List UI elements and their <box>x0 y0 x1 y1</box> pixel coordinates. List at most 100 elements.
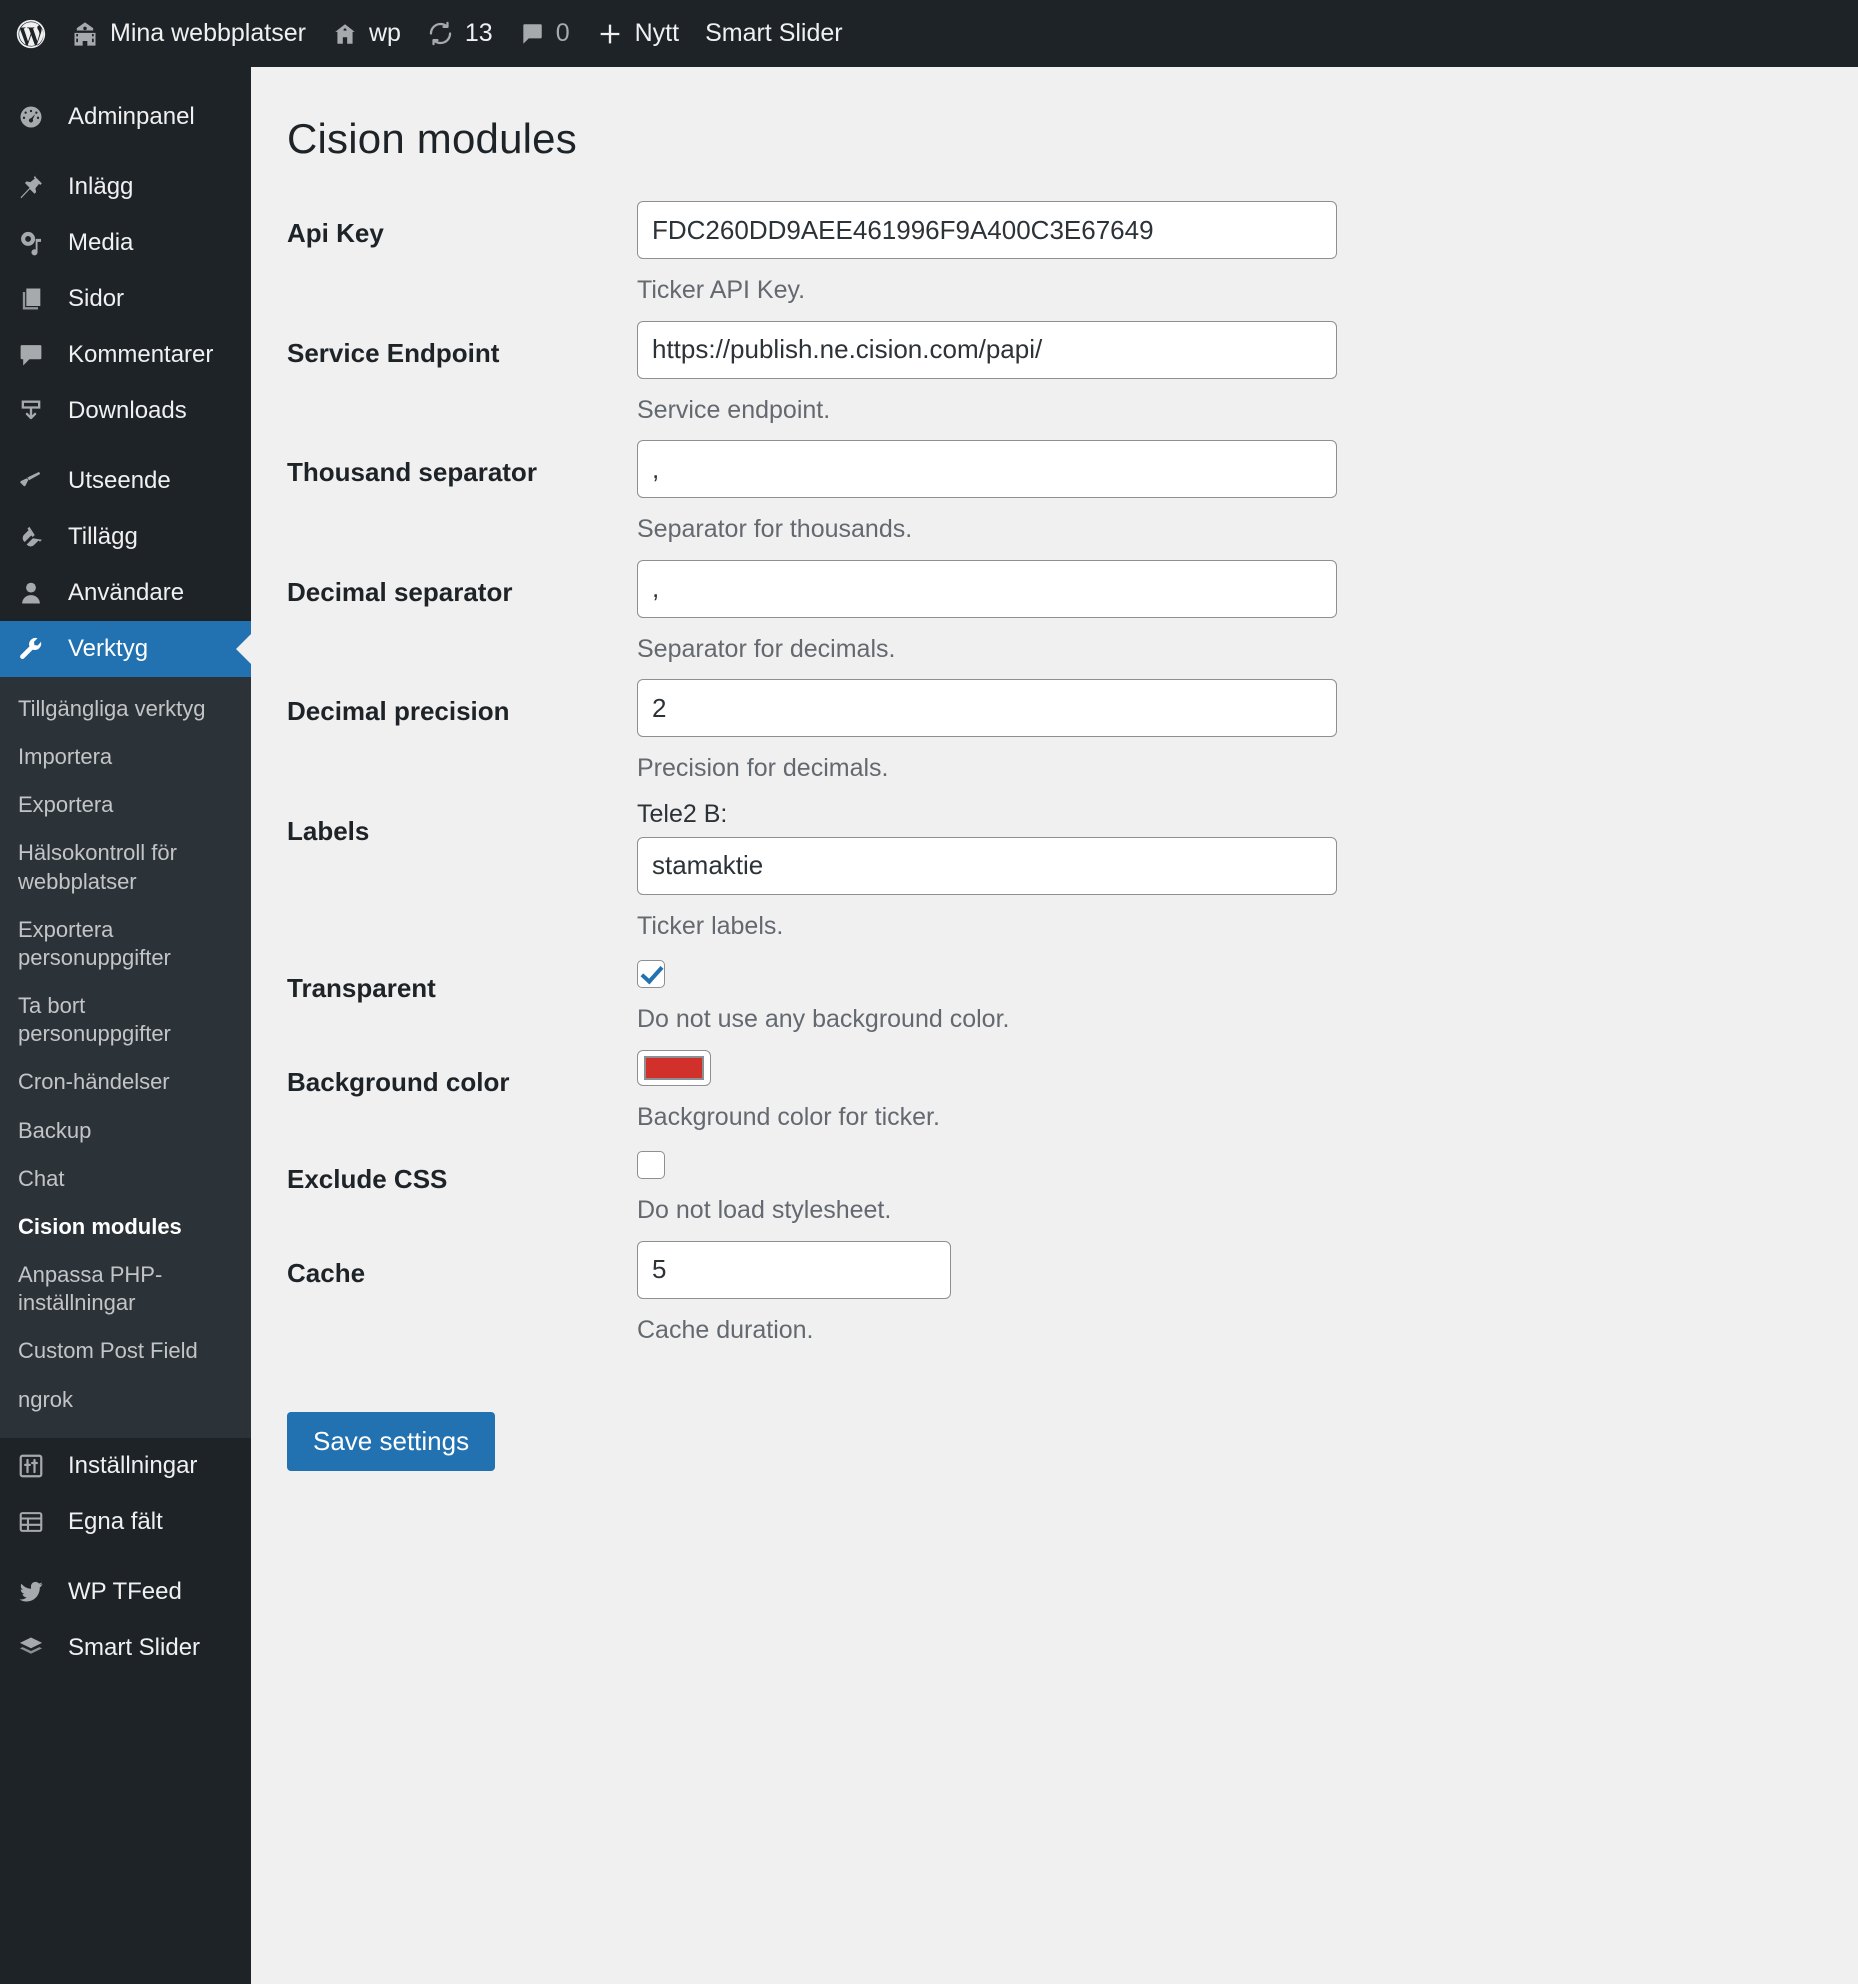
transparent-checkbox[interactable] <box>637 960 665 988</box>
sidebar-item-appearance[interactable]: Utseende <box>0 453 251 509</box>
sidebar-item-downloads[interactable]: Downloads <box>0 383 251 439</box>
field-label-transparent: Transparent <box>287 973 436 1003</box>
ticker-sublabel-tele2b: Tele2 B: <box>637 799 728 828</box>
api-key-input[interactable] <box>637 201 1337 259</box>
sidebar-item-custom-fields[interactable]: Egna fält <box>0 1494 251 1550</box>
field-label-labels: Labels <box>287 815 370 846</box>
decimal-precision-input[interactable] <box>637 679 1337 737</box>
service-endpoint-input[interactable] <box>637 320 1337 379</box>
sidebar-item-settings[interactable]: Inställningar <box>0 1438 251 1494</box>
field-row-service-endpoint: Service Endpoint Service endpoint. <box>287 320 1858 441</box>
adminbar-site-name[interactable]: wp <box>319 0 414 67</box>
field-row-decimal-precision: Decimal precision Precision for decimals… <box>287 679 1858 799</box>
submenu-item-chat[interactable]: Chat <box>0 1155 251 1203</box>
tools-submenu: Tillgängliga verktyg Importera Exportera… <box>0 677 251 1438</box>
field-row-api-key: Api Key Ticker API Key. <box>287 201 1858 321</box>
slider-layers-icon <box>14 1634 48 1662</box>
sidebar-spacer-top <box>0 67 251 89</box>
sidebar-item-posts[interactable]: Inlägg <box>0 159 251 215</box>
adminbar-updates[interactable]: 13 <box>414 0 506 67</box>
field-help-decimal-precision: Precision for decimals. <box>637 754 889 782</box>
field-help-decimal-separator: Separator for decimals. <box>637 634 896 663</box>
field-label-cache: Cache <box>287 1257 366 1288</box>
sidebar-item-smart-slider-label: Smart Slider <box>68 1633 201 1661</box>
sidebar-item-downloads-label: Downloads <box>68 397 187 424</box>
sidebar-item-smart-slider[interactable]: Smart Slider <box>0 1620 251 1676</box>
sidebar-item-pages[interactable]: Sidor <box>0 271 251 327</box>
sidebar-separator-2 <box>0 439 251 453</box>
background-color-swatch <box>644 1055 704 1080</box>
field-help-api-key: Ticker API Key. <box>637 276 806 304</box>
home-icon <box>332 21 358 47</box>
dashboard-icon <box>14 103 48 131</box>
updates-icon <box>427 20 454 47</box>
submenu-item-site-health[interactable]: Hälsokontroll för webbplatser <box>0 829 251 905</box>
sidebar-item-dashboard-label: Adminpanel <box>68 103 195 130</box>
submenu-item-cision-modules[interactable]: Cision modules <box>0 1203 251 1251</box>
sidebar-item-media[interactable]: Media <box>0 215 251 271</box>
sidebar-separator-3 <box>0 1550 251 1564</box>
sidebar-item-wp-tfeed[interactable]: WP TFeed <box>0 1564 251 1620</box>
submenu-item-backup[interactable]: Backup <box>0 1107 251 1155</box>
field-row-labels: Labels Tele2 B: Ticker labels. <box>287 799 1858 957</box>
submenu-item-custom-post-field[interactable]: Custom Post Field <box>0 1327 251 1375</box>
adminbar-my-sites[interactable]: Mina webbplatser <box>58 0 319 67</box>
adminbar-smart-slider[interactable]: Smart Slider <box>692 0 856 67</box>
sidebar-item-comments-label: Kommentarer <box>68 341 214 368</box>
submenu-item-export-personal-data[interactable]: Exportera personuppgifter <box>0 906 251 982</box>
adminbar-wordpress-logo[interactable] <box>0 0 58 67</box>
field-row-cache: Cache Cache duration. <box>287 1240 1858 1361</box>
sidebar-item-custom-fields-label: Egna fält <box>68 1507 163 1535</box>
adminbar-my-sites-label: Mina webbplatser <box>110 19 306 47</box>
decimal-separator-input[interactable] <box>637 559 1337 618</box>
field-help-thousand-separator: Separator for thousands. <box>637 515 913 543</box>
field-help-service-endpoint: Service endpoint. <box>637 395 831 424</box>
submenu-item-erase-personal-data[interactable]: Ta bort personuppgifter <box>0 982 251 1058</box>
save-settings-button[interactable]: Save settings <box>287 1412 496 1472</box>
submenu-item-available-tools[interactable]: Tillgängliga verktyg <box>0 685 251 733</box>
submenu-item-import[interactable]: Importera <box>0 733 251 781</box>
comment-icon <box>14 341 48 369</box>
pages-icon <box>14 285 48 313</box>
sidebar-item-plugins[interactable]: Tillägg <box>0 509 251 565</box>
submenu-item-ngrok[interactable]: ngrok <box>0 1376 251 1424</box>
field-help-transparent: Do not use any background color. <box>637 1005 1010 1033</box>
field-help-labels: Ticker labels. <box>637 911 784 940</box>
sidebar-item-wp-tfeed-label: WP TFeed <box>68 1577 182 1605</box>
adminbar-comments[interactable]: 0 <box>506 0 583 67</box>
plugin-plug-icon <box>14 523 48 551</box>
field-label-thousand-separator: Thousand separator <box>287 457 537 487</box>
adminbar-updates-count: 13 <box>464 19 493 47</box>
cache-input[interactable] <box>637 1240 951 1299</box>
thousand-separator-input[interactable] <box>637 440 1337 498</box>
labels-input[interactable] <box>637 836 1337 895</box>
admin-bar: Mina webbplatser wp 13 0 Nytt Smart Slid… <box>0 0 1858 67</box>
adminbar-comments-count: 0 <box>555 19 570 47</box>
submenu-item-export[interactable]: Exportera <box>0 781 251 829</box>
background-color-picker[interactable] <box>637 1049 711 1086</box>
sidebar-item-comments[interactable]: Kommentarer <box>0 327 251 383</box>
twitter-bird-icon <box>14 1578 48 1606</box>
sidebar-item-tools-label: Verktyg <box>68 635 149 662</box>
sidebar-item-tools[interactable]: Verktyg <box>0 621 251 677</box>
adminbar-new-label: Nytt <box>634 19 680 47</box>
sidebar-separator-1 <box>0 145 251 159</box>
field-row-background-color: Background color Background color for ti… <box>287 1049 1858 1148</box>
field-row-decimal-separator: Decimal separator Separator for decimals… <box>287 559 1858 680</box>
submenu-item-cron-events[interactable]: Cron-händelser <box>0 1058 251 1106</box>
field-row-transparent: Transparent Do not use any background co… <box>287 956 1858 1050</box>
tools-wrench-icon <box>14 635 48 663</box>
field-help-background-color: Background color for ticker. <box>637 1102 940 1131</box>
field-help-exclude-css: Do not load stylesheet. <box>637 1196 892 1224</box>
custom-fields-grid-icon <box>14 1508 48 1536</box>
adminbar-site-name-label: wp <box>368 19 401 47</box>
sidebar-item-users[interactable]: Användare <box>0 565 251 621</box>
field-row-thousand-separator: Thousand separator Separator for thousan… <box>287 440 1858 560</box>
appearance-brush-icon <box>14 467 48 495</box>
submenu-item-php-settings[interactable]: Anpassa PHP-inställningar <box>0 1251 251 1327</box>
page-title: Cision modules <box>287 115 577 162</box>
adminbar-new-content[interactable]: Nytt <box>583 0 692 67</box>
exclude-css-checkbox[interactable] <box>637 1151 665 1179</box>
sidebar-item-dashboard[interactable]: Adminpanel <box>0 89 251 145</box>
download-icon <box>14 397 48 425</box>
